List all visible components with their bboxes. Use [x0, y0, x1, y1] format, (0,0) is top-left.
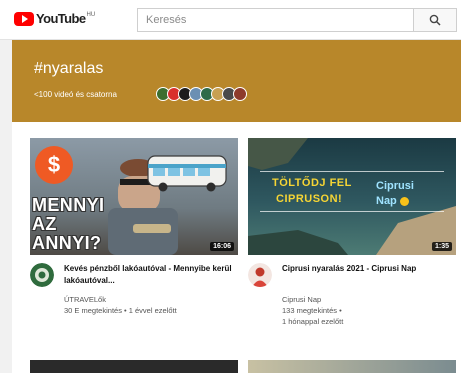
hashtag-title: #nyaralas	[34, 60, 104, 77]
thumbnail-caption-line: ANNYI?	[32, 233, 102, 253]
video-meta: Kevés pénzből lakóautóval - Mennyibe ker…	[30, 263, 238, 343]
thumbnail-caption-line: CIPRUSON!	[276, 193, 343, 205]
video-thumbnail-partial[interactable]	[248, 360, 456, 373]
youtube-logo[interactable]: YouTube HU	[14, 11, 95, 26]
video-meta: Ciprusi nyaralás 2021 - Ciprusi Nap Cipr…	[248, 263, 456, 343]
sun-icon	[400, 197, 409, 206]
upload-age: 1 hónappal ezelőtt	[282, 317, 344, 326]
thumbnail-brand-line: Ciprusi	[376, 180, 414, 192]
top-bar: YouTube HU Keresés	[0, 0, 461, 40]
logo-country-code: HU	[86, 12, 96, 18]
thumbnail-caption-line: MENNYI	[32, 195, 105, 215]
views-and-age: 30 E megtekintés • 1 évvel ezelőtt	[64, 306, 177, 315]
thumbnail-rule	[260, 171, 444, 172]
video-thumbnail[interactable]: $ MENNYI AZ ANNYI? 16:06	[30, 138, 238, 255]
thumbnail-caption: MENNYI AZ ANNYI?	[32, 196, 104, 253]
channel-avatar[interactable]	[30, 263, 54, 287]
thumbnail-rule	[260, 211, 444, 212]
channel-avatar-stack[interactable]	[156, 87, 247, 101]
hashtag-banner: #nyaralas <100 videó és csatorna	[12, 40, 461, 122]
video-info: Ciprusi Nap 133 megtekintés • 1 hónappal…	[282, 294, 343, 327]
channel-name[interactable]: ÚTRAVELők	[64, 294, 177, 305]
youtube-play-icon	[14, 11, 34, 26]
search-button[interactable]	[413, 8, 457, 32]
video-title[interactable]: Kevés pénzből lakóautóval - Mennyibe ker…	[64, 263, 236, 287]
channel-avatar[interactable]	[233, 87, 247, 101]
video-card[interactable]: $ MENNYI AZ ANNYI? 16:06 Kevés pénzből l…	[30, 138, 238, 343]
video-thumbnail-partial[interactable]	[30, 360, 238, 373]
video-card[interactable]: TÖLTŐDJ FEL CIPRUSON! Ciprusi Nap 1:35 C…	[248, 138, 456, 343]
thumbnail-brand-line: Nap	[376, 195, 397, 207]
logo-text: YouTube	[36, 11, 86, 26]
channel-avatar[interactable]	[248, 263, 272, 287]
video-grid: $ MENNYI AZ ANNYI? 16:06 Kevés pénzből l…	[12, 122, 461, 373]
dollar-badge: $	[35, 146, 73, 184]
view-count: 133 megtekintés •	[282, 306, 342, 315]
channel-name[interactable]: Ciprusi Nap	[282, 294, 343, 305]
search-icon	[429, 14, 441, 26]
hashtag-subtitle: <100 videó és csatorna	[34, 90, 117, 99]
search-input[interactable]: Keresés	[137, 8, 414, 32]
duration-badge: 16:06	[210, 242, 234, 251]
thumbnail-caption-line: AZ	[32, 214, 57, 234]
thumbnail-caption-line: TÖLTŐDJ FEL	[272, 177, 352, 189]
duration-badge: 1:35	[431, 242, 452, 251]
video-thumbnail[interactable]: TÖLTŐDJ FEL CIPRUSON! Ciprusi Nap 1:35	[248, 138, 456, 255]
video-info: ÚTRAVELők 30 E megtekintés • 1 évvel eze…	[64, 294, 177, 316]
video-title[interactable]: Ciprusi nyaralás 2021 - Ciprusi Nap	[282, 263, 454, 275]
